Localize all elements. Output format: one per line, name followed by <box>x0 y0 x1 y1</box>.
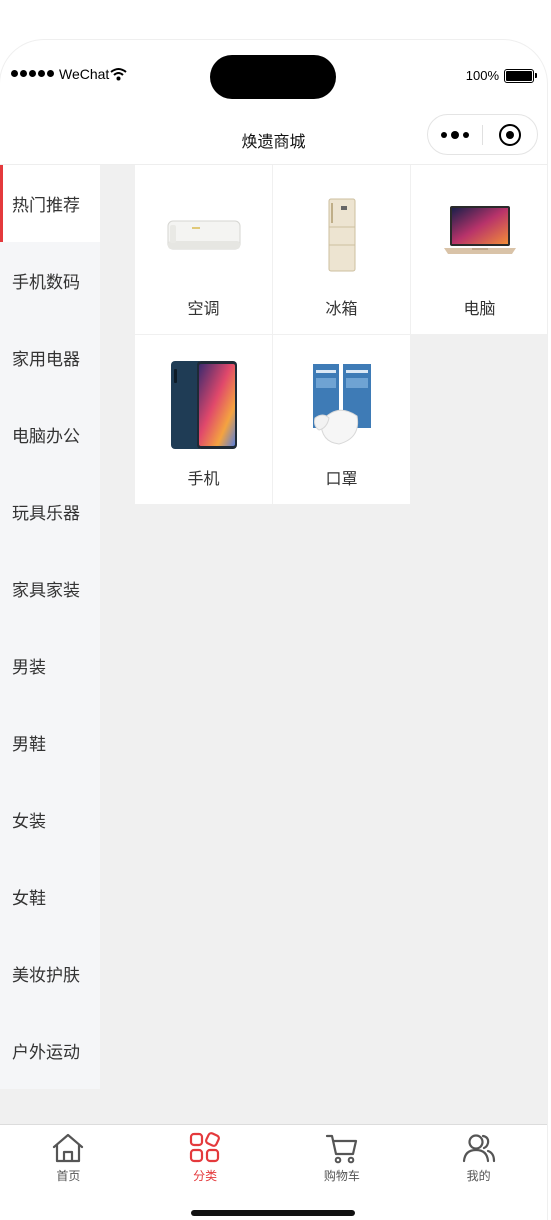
sidebar-item-label: 家用电器 <box>12 350 80 370</box>
phone-image <box>154 357 254 453</box>
product-label: 空调 <box>187 299 220 318</box>
wifi-icon <box>110 68 127 81</box>
sidebar-item-label: 户外运动 <box>12 1043 80 1063</box>
sidebar-item-outdoor[interactable]: 户外运动 <box>0 1012 100 1089</box>
home-indicator <box>191 1210 355 1216</box>
sidebar-item-mens-shoes[interactable]: 男鞋 <box>0 704 100 781</box>
bottom-tab-bar: 首页 分类 购物车 我的 <box>0 1124 547 1220</box>
sidebar-item-beauty[interactable]: 美妆护肤 <box>0 935 100 1012</box>
sidebar-item-label: 热门推荐 <box>12 196 80 216</box>
sidebar-item-label: 美妆护肤 <box>12 966 80 986</box>
air-conditioner-image <box>154 187 254 283</box>
battery-percentage: 100% <box>465 68 499 83</box>
sidebar-item-label: 女装 <box>12 812 46 832</box>
product-cell-phone[interactable]: 手机 <box>135 335 272 504</box>
product-cell-mask[interactable]: 口罩 <box>273 335 410 504</box>
tab-cart[interactable]: 购物车 <box>274 1125 411 1220</box>
tab-label: 购物车 <box>323 1169 360 1183</box>
sidebar-item-furniture[interactable]: 家具家装 <box>0 550 100 627</box>
refrigerator-image <box>292 187 392 283</box>
camera-notch <box>210 55 336 99</box>
sidebar-item-label: 男鞋 <box>12 735 46 755</box>
product-label: 手机 <box>187 469 220 488</box>
sidebar-item-appliances[interactable]: 家用电器 <box>0 319 100 396</box>
product-label: 口罩 <box>325 469 358 488</box>
category-icon <box>190 1132 221 1163</box>
sidebar-item-menswear[interactable]: 男装 <box>0 627 100 704</box>
sidebar-item-computers[interactable]: 电脑办公 <box>0 396 100 473</box>
phone-frame: WeChat 100% 焕遗商城 热门推荐 手机数码 家用电器 电脑办公 玩具乐… <box>0 40 547 1220</box>
tab-profile[interactable]: 我的 <box>410 1125 547 1220</box>
product-cell-refrigerator[interactable]: 冰箱 <box>273 165 410 334</box>
mini-program-capsule <box>427 114 538 155</box>
product-label: 冰箱 <box>325 299 358 318</box>
battery-icon <box>504 69 537 83</box>
close-mini-program-button[interactable] <box>483 115 537 154</box>
tab-label: 我的 <box>466 1169 491 1183</box>
sidebar-item-womenswear[interactable]: 女装 <box>0 781 100 858</box>
signal-icon <box>11 70 54 77</box>
tab-category[interactable]: 分类 <box>137 1125 274 1220</box>
product-label: 电脑 <box>463 299 496 318</box>
mask-image <box>292 357 392 453</box>
sidebar-item-womens-shoes[interactable]: 女鞋 <box>0 858 100 935</box>
sidebar-item-label: 玩具乐器 <box>12 504 80 524</box>
product-cell-air-conditioner[interactable]: 空调 <box>135 165 272 334</box>
tab-label: 首页 <box>56 1169 81 1183</box>
carrier-name: WeChat <box>59 66 110 82</box>
status-bar: WeChat 100% <box>0 40 547 112</box>
sidebar-item-label: 女鞋 <box>12 889 46 909</box>
cart-icon <box>325 1134 357 1164</box>
sidebar-item-label: 男装 <box>12 658 46 678</box>
product-grid: 空调 冰箱 电脑 手机 口罩 <box>135 165 547 504</box>
more-options-button[interactable] <box>428 115 482 154</box>
sidebar-item-phones[interactable]: 手机数码 <box>0 242 100 319</box>
tab-home[interactable]: 首页 <box>0 1125 137 1220</box>
navigation-bar: 焕遗商城 <box>0 112 547 165</box>
laptop-image <box>430 187 530 283</box>
sidebar-item-label: 电脑办公 <box>12 427 80 447</box>
home-icon <box>53 1133 84 1163</box>
sidebar-item-label: 手机数码 <box>12 273 80 293</box>
sidebar-item-label: 家具家装 <box>12 581 80 601</box>
close-target-icon <box>499 123 521 146</box>
sidebar-item-toys[interactable]: 玩具乐器 <box>0 473 100 550</box>
product-cell-laptop[interactable]: 电脑 <box>411 165 547 334</box>
user-icon <box>462 1134 495 1163</box>
sidebar-item-hot[interactable]: 热门推荐 <box>0 165 100 242</box>
category-sidebar: 热门推荐 手机数码 家用电器 电脑办公 玩具乐器 家具家装 男装 男鞋 女装 女… <box>0 165 100 1089</box>
tab-label: 分类 <box>193 1169 218 1183</box>
